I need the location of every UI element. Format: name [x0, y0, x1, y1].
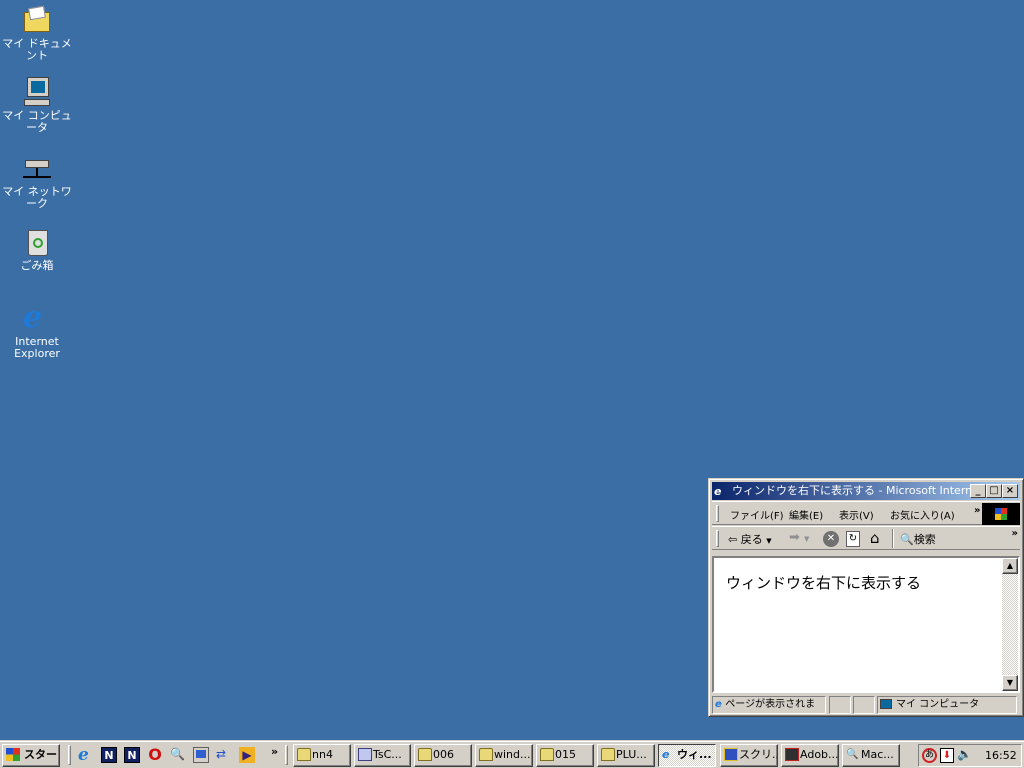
search-icon: 🔍: [900, 533, 914, 546]
separator: [892, 529, 894, 548]
taskbar-button-adobe[interactable]: Adob...: [781, 744, 839, 767]
menu-bar: ファイル(F) 編集(E) 表示(V) お気に入り(A) »: [712, 501, 1020, 525]
recycle-bin-icon: [21, 226, 53, 258]
folder-icon: [540, 748, 554, 761]
menu-view[interactable]: 表示(V): [839, 507, 874, 522]
grip-handle[interactable]: [716, 505, 719, 522]
start-button[interactable]: スタート: [2, 744, 60, 767]
volume-icon[interactable]: 🔈: [957, 747, 972, 761]
windows-logo-icon: [982, 503, 1020, 525]
windows-logo-icon: [6, 748, 20, 761]
menu-favorites[interactable]: お気に入り(A): [890, 507, 955, 522]
taskbar-grip[interactable]: [68, 745, 71, 765]
my-computer-icon: [21, 76, 53, 108]
taskbar-button-015[interactable]: 015: [536, 744, 594, 767]
status-pane: [853, 696, 875, 714]
desktop-icon-label: マイ コンピュータ: [2, 109, 72, 134]
taskbar: スタート e N N O 🔍 ⇄ ▶ » nn4 TsC... 006 wind…: [0, 740, 1024, 768]
internet-explorer-window[interactable]: e ウィンドウを右下に表示する - Microsoft Interne... _…: [708, 478, 1024, 717]
page-text: ウィンドウを右下に表示する: [726, 574, 922, 592]
download-icon[interactable]: ⬇: [940, 748, 954, 763]
folder-icon: [418, 748, 432, 761]
quicklaunch-media-player-icon[interactable]: ▶: [239, 747, 255, 763]
internet-explorer-icon: e: [662, 748, 670, 761]
search-label: 検索: [913, 533, 936, 546]
desktop-icon-label: Internet Explorer: [14, 335, 60, 360]
status-zone-pane: マイ コンピュータ: [877, 696, 1017, 714]
back-label: 戻る: [740, 533, 763, 546]
desktop-icon-internet-explorer[interactable]: e Internet Explorer: [0, 302, 74, 360]
quicklaunch-opera-icon[interactable]: O: [147, 747, 163, 763]
internet-explorer-icon: e: [714, 485, 722, 498]
forward-button[interactable]: ➡ ▼: [789, 530, 809, 545]
scroll-up-button[interactable]: ▲: [1002, 558, 1018, 574]
internet-explorer-icon: e: [23, 300, 43, 335]
taskbar-button-ie-active[interactable]: e ウィ...: [658, 744, 716, 767]
taskbar-button-wind[interactable]: wind...: [475, 744, 533, 767]
desktop-icon-my-documents[interactable]: マイ ドキュメント: [0, 4, 74, 62]
desktop-icon-label: ごみ箱: [20, 259, 54, 272]
menu-file[interactable]: ファイル(F): [730, 507, 784, 522]
quicklaunch-internet-explorer-icon[interactable]: e: [78, 747, 94, 764]
taskbar-button-screensaver[interactable]: スクリ...: [720, 744, 778, 767]
search-button[interactable]: 🔍検索: [900, 531, 936, 547]
internet-explorer-icon: e: [715, 699, 726, 710]
desktop-icon-label: マイ ネットワーク: [2, 185, 72, 210]
status-text-pane: e ページが表示されま: [712, 696, 826, 714]
back-button[interactable]: ⇦ 戻る ▼: [728, 531, 772, 547]
system-tray: あ ⬇ 🔈 16:52: [918, 744, 1022, 767]
my-network-icon: [21, 152, 53, 184]
page-content[interactable]: ウィンドウを右下に表示する ▲ ▼: [712, 556, 1020, 693]
clock[interactable]: 16:52: [985, 749, 1017, 762]
taskbar-grip[interactable]: [285, 745, 288, 765]
taskbar-button-nn4[interactable]: nn4: [293, 744, 351, 767]
grip-handle[interactable]: [716, 530, 719, 547]
status-bar: e ページが表示されま マイ コンピュータ: [712, 695, 1020, 714]
stop-button[interactable]: ✕: [823, 531, 839, 547]
minimize-button[interactable]: _: [970, 484, 986, 498]
toolbar-chevron[interactable]: »: [1012, 528, 1018, 539]
quicklaunch-netscape-icon[interactable]: N: [101, 747, 117, 763]
quicklaunch-search-computer-icon[interactable]: 🔍: [170, 747, 186, 763]
back-arrow-icon: ⇦: [728, 533, 738, 546]
desktop-icon-label: マイ ドキュメント: [2, 37, 72, 62]
folder-icon: [601, 748, 615, 761]
vertical-scrollbar[interactable]: ▲ ▼: [1002, 558, 1018, 691]
taskbar-button-plu[interactable]: PLU...: [597, 744, 655, 767]
refresh-button[interactable]: ↻: [846, 531, 860, 547]
taskbar-button-tsc[interactable]: TsC...: [354, 744, 411, 767]
adobe-icon: [785, 748, 799, 761]
dropdown-arrow-icon[interactable]: ▼: [766, 537, 771, 545]
status-pane: [829, 696, 851, 714]
toolbar: ⇦ 戻る ▼ ➡ ▼ ✕ ↻ ⌂ 🔍検索 »: [712, 526, 1020, 550]
title-bar[interactable]: e ウィンドウを右下に表示する - Microsoft Interne... _…: [712, 482, 1020, 500]
quicklaunch-chevron[interactable]: »: [271, 745, 278, 758]
folder-icon: [479, 748, 493, 761]
quicklaunch-sync-icon[interactable]: ⇄: [216, 747, 232, 763]
app-icon: [358, 748, 372, 761]
quicklaunch-monitor-icon[interactable]: [193, 747, 209, 763]
my-documents-icon: [21, 4, 53, 36]
close-button[interactable]: ×: [1002, 484, 1018, 498]
folder-icon: [297, 748, 311, 761]
desktop-icon-recycle-bin[interactable]: ごみ箱: [0, 226, 74, 272]
menu-chevron[interactable]: »: [974, 505, 980, 516]
taskbar-button-006[interactable]: 006: [414, 744, 472, 767]
computer-search-icon: 🔍: [846, 749, 859, 760]
scroll-down-button[interactable]: ▼: [1002, 675, 1018, 691]
desktop-icon-my-computer[interactable]: マイ コンピュータ: [0, 76, 74, 134]
my-computer-icon: [880, 699, 892, 709]
maximize-button[interactable]: □: [986, 484, 1002, 498]
ime-icon[interactable]: あ: [922, 748, 937, 763]
screensaver-icon: [724, 748, 738, 761]
desktop-icon-my-network[interactable]: マイ ネットワーク: [0, 152, 74, 210]
home-button[interactable]: ⌂: [870, 529, 880, 547]
window-title: ウィンドウを右下に表示する - Microsoft Interne...: [732, 484, 990, 497]
quicklaunch-netscape-icon[interactable]: N: [124, 747, 140, 763]
taskbar-button-mac[interactable]: 🔍 Mac...: [842, 744, 900, 767]
menu-edit[interactable]: 編集(E): [789, 507, 823, 522]
